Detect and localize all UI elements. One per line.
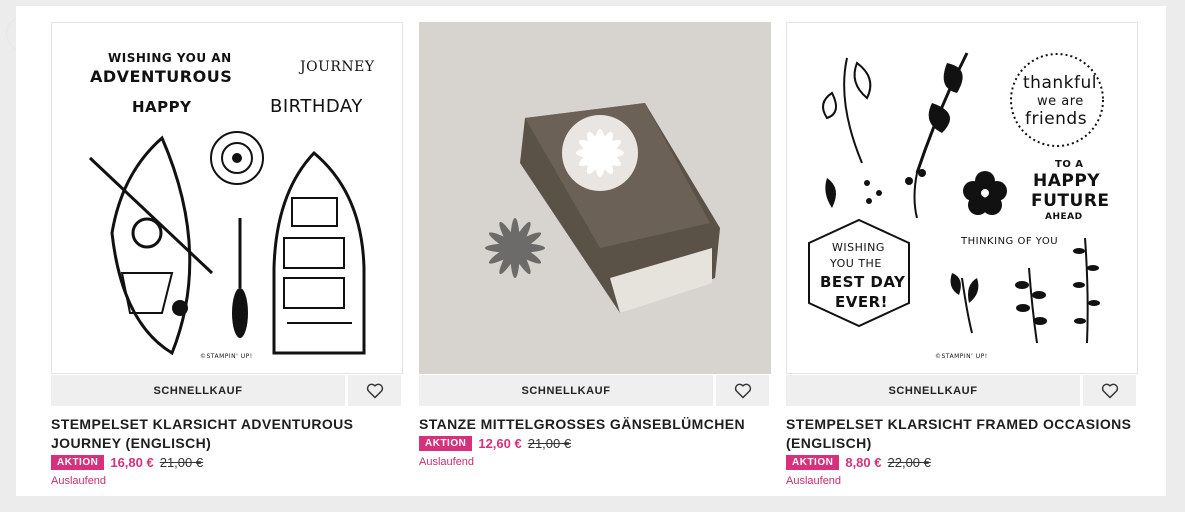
sale-price: 8,80 € bbox=[845, 455, 882, 470]
stamp-text: friends bbox=[1025, 109, 1088, 129]
product-title[interactable]: STANZE MITTELGROSSES GÄNSEBLÜMCHEN bbox=[419, 415, 771, 434]
availability-status: Auslaufend bbox=[419, 456, 475, 468]
product-image-adventurous-journey[interactable]: WISHING YOU AN ADVENTUROUS JOURNEY HAPPY… bbox=[51, 22, 403, 374]
stamp-text: THINKING OF YOU bbox=[961, 236, 1059, 247]
quick-buy-button[interactable]: SCHNELLKAUF bbox=[786, 375, 1080, 406]
wishlist-button[interactable] bbox=[716, 375, 769, 406]
product-title[interactable]: STEMPELSET KLARSICHT ADVENTUROUS JOURNEY… bbox=[51, 415, 403, 453]
punch-photo bbox=[485, 103, 720, 313]
availability-status: Auslaufend bbox=[786, 475, 842, 487]
original-price: 21,00 € bbox=[527, 436, 572, 451]
product-image-daisy-punch[interactable] bbox=[419, 22, 771, 374]
original-price: 21,00 € bbox=[159, 455, 204, 470]
sale-badge: AKTION bbox=[419, 436, 473, 451]
sale-price: 16,80 € bbox=[110, 455, 154, 470]
heart-icon bbox=[366, 383, 383, 398]
heart-icon bbox=[734, 383, 751, 398]
stamp-illustrations bbox=[88, 131, 366, 356]
stamp-text: WISHING bbox=[832, 241, 885, 254]
wishlist-button[interactable] bbox=[348, 375, 401, 406]
product-card: WISHING YOU AN ADVENTUROUS JOURNEY HAPPY… bbox=[51, 22, 403, 487]
wishlist-button[interactable] bbox=[1083, 375, 1136, 406]
product-image-framed-occasions[interactable]: thankful we are friends TO A HAPPY FUTUR… bbox=[786, 22, 1138, 374]
availability-status: Auslaufend bbox=[51, 475, 107, 487]
sale-badge: AKTION bbox=[786, 455, 840, 470]
stamp-text: HAPPY bbox=[1033, 171, 1101, 191]
stamp-text: EVER! bbox=[835, 293, 888, 311]
original-price: 22,00 € bbox=[887, 455, 931, 470]
product-grid: WISHING YOU AN ADVENTUROUS JOURNEY HAPPY… bbox=[16, 6, 1166, 496]
sale-price: 12,60 € bbox=[478, 436, 522, 451]
stamp-text: BEST DAY bbox=[820, 273, 906, 291]
stamp-text: thankful bbox=[1023, 73, 1097, 93]
heart-icon bbox=[1101, 383, 1118, 398]
sale-badge: AKTION bbox=[51, 455, 105, 470]
stamp-text: ©STAMPIN' UP! bbox=[935, 353, 988, 360]
stamp-text: YOU THE bbox=[830, 257, 882, 270]
stamp-text: we are bbox=[1037, 94, 1084, 109]
stamp-text: AHEAD bbox=[1045, 212, 1083, 222]
product-card: SCHNELLKAUF STANZE MITTELGROSSES GÄNSEBL… bbox=[419, 22, 771, 468]
quick-buy-button[interactable]: SCHNELLKAUF bbox=[419, 375, 713, 406]
product-title[interactable]: STEMPELSET KLARSICHT FRAMED OCCASIONS (E… bbox=[786, 415, 1138, 453]
product-card: thankful we are friends TO A HAPPY FUTUR… bbox=[786, 22, 1138, 487]
stamp-text: FUTURE bbox=[1031, 191, 1110, 211]
quick-buy-button[interactable]: SCHNELLKAUF bbox=[51, 375, 345, 406]
stamp-text: TO A bbox=[1055, 159, 1084, 170]
